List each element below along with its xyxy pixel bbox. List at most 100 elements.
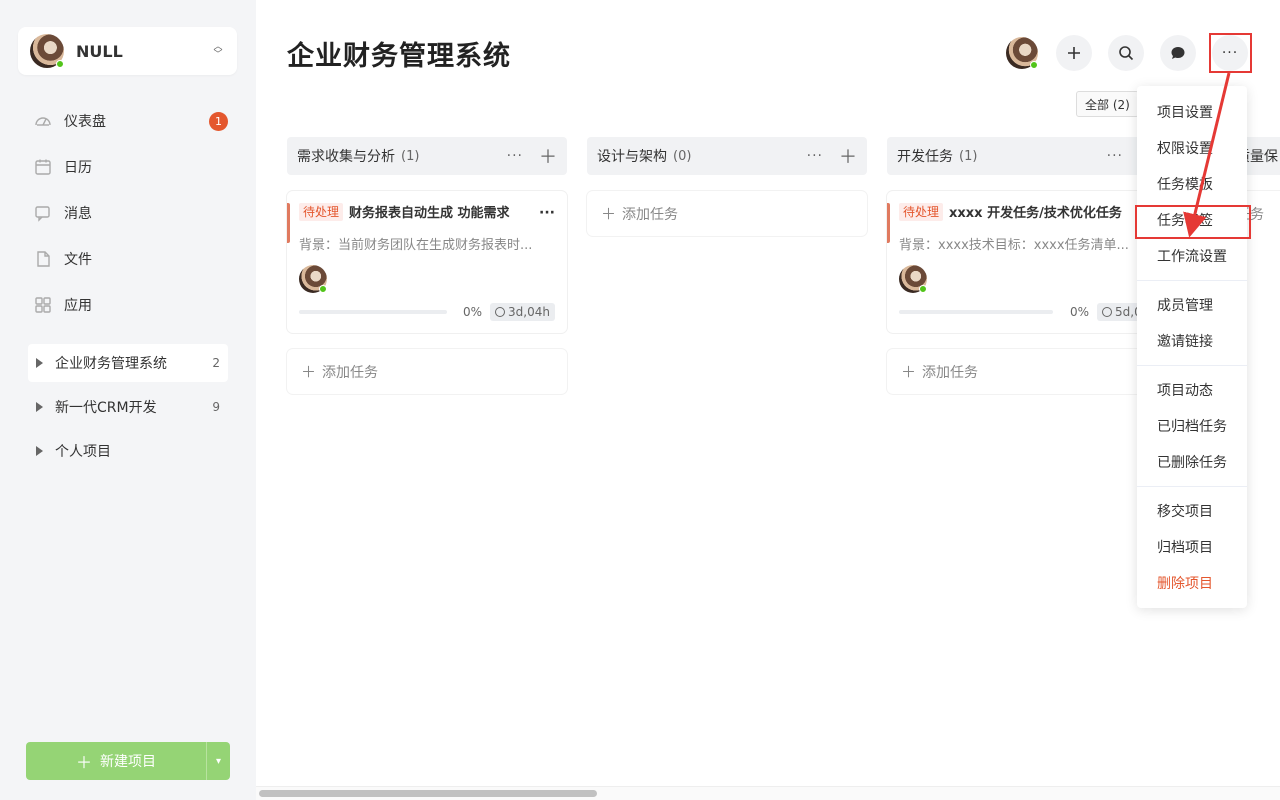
sidebar-item-dashboard[interactable]: 仪表盘 1 (26, 98, 230, 144)
menu-divider (1137, 486, 1247, 487)
sidebar-item-label: 仪表盘 (64, 114, 106, 130)
online-status-dot (319, 285, 327, 293)
sidebar-nav: 仪表盘 1 日历 消息 文件 应用 (26, 98, 230, 328)
project-item[interactable]: 个人项目 (28, 432, 228, 470)
plus-icon: ＋ (601, 205, 617, 223)
user-name: NULL (76, 41, 123, 61)
new-project-button[interactable]: ＋ 新建项目 (26, 742, 206, 780)
task-card[interactable]: 待处理 财务报表自动生成 功能需求 ··· 背景：当前财务团队在生成财务报表时.… (287, 191, 567, 333)
menu-item-permission-settings[interactable]: 权限设置 (1137, 130, 1247, 166)
project-label: 新一代CRM开发 (55, 400, 157, 416)
project-list: 企业财务管理系统 2 新一代CRM开发 9 个人项目 (28, 344, 228, 476)
more-dots-icon[interactable]: ··· (807, 148, 823, 164)
add-task-button[interactable]: ＋ 添加任务 (287, 349, 567, 394)
project-count: 2 (212, 356, 220, 370)
annotation-highlight-more-button (1209, 33, 1252, 73)
task-description: 背景：xxxx技术目标：xxxx任务清单... (899, 238, 1129, 253)
menu-item-workflow-settings[interactable]: 工作流设置 (1137, 238, 1247, 274)
search-button[interactable] (1108, 35, 1144, 71)
add-task-label: 添加任务 (922, 364, 979, 381)
clock-icon (1102, 307, 1112, 317)
online-status-dot (1030, 61, 1038, 69)
task-title: xxxx 开发任务/技术优化任务 (949, 206, 1122, 221)
menu-item-task-template[interactable]: 任务模板 (1137, 166, 1247, 202)
column-title: 开发任务 (897, 149, 953, 165)
plus-icon: ＋ (901, 363, 917, 381)
page-title: 企业财务管理系统 (287, 41, 511, 72)
new-project-dropdown-button[interactable]: ▾ (206, 742, 230, 780)
status-tag: 待处理 (899, 203, 944, 221)
sidebar-item-apps[interactable]: 应用 (26, 282, 230, 328)
status-tag: 待处理 (299, 203, 344, 221)
progress-bar (899, 310, 1053, 314)
sidebar-item-label: 文件 (64, 252, 92, 268)
new-project-group: ＋ 新建项目 ▾ (26, 742, 230, 780)
more-dots-icon[interactable]: ··· (507, 148, 523, 164)
assignee-avatar (899, 265, 927, 293)
plus-icon[interactable]: ＋ (539, 143, 557, 169)
sidebar-item-label: 日历 (64, 160, 92, 176)
menu-item-delete-project[interactable]: 删除项目 (1137, 565, 1247, 601)
chevron-down-icon: ▾ (215, 755, 222, 767)
more-dots-icon[interactable]: ··· (1107, 148, 1123, 164)
sidebar-item-files[interactable]: 文件 (26, 236, 230, 282)
assignee-avatar (299, 265, 327, 293)
project-count: 9 (212, 400, 220, 414)
menu-item-member-management[interactable]: 成员管理 (1137, 287, 1247, 323)
project-label: 个人项目 (55, 444, 111, 460)
menu-divider (1137, 365, 1247, 366)
column-title: 设计与架构 (597, 149, 667, 165)
filter-chip[interactable]: 全部 (2) (1076, 91, 1139, 117)
menu-item-project-settings[interactable]: 项目设置 (1137, 94, 1247, 130)
menu-item-archive-project[interactable]: 归档项目 (1137, 529, 1247, 565)
add-task-button[interactable]: ＋ 添加任务 (887, 349, 1167, 394)
project-item[interactable]: 新一代CRM开发 9 (28, 388, 228, 426)
progress-bar (299, 310, 448, 314)
user-avatar (30, 34, 64, 68)
add-task-button[interactable]: ＋ 添加任务 (587, 191, 867, 236)
menu-item-project-activity[interactable]: 项目动态 (1137, 372, 1247, 408)
column-header: 设计与架构 (0) ··· ＋ (587, 137, 867, 175)
caret-right-icon[interactable] (36, 402, 43, 412)
apps-icon (34, 296, 52, 314)
board-column: 需求收集与分析 (1) ··· ＋ 待处理 财务报表自动生成 功能需求 ··· … (287, 137, 567, 394)
plus-icon: ＋ (301, 363, 317, 381)
caret-right-icon[interactable] (36, 446, 43, 456)
chat-button[interactable] (1160, 35, 1196, 71)
caret-right-icon[interactable] (36, 358, 43, 368)
file-icon (34, 250, 52, 268)
menu-item-transfer-project[interactable]: 移交项目 (1137, 493, 1247, 529)
new-project-label: 新建项目 (100, 754, 156, 770)
sidebar-item-label: 消息 (64, 206, 92, 222)
duration-badge: 3d,04h (490, 303, 555, 321)
member-avatar[interactable] (1006, 37, 1038, 69)
message-icon (34, 204, 52, 222)
more-dots-icon[interactable]: ··· (539, 203, 555, 224)
menu-item-deleted-tasks[interactable]: 已删除任务 (1137, 444, 1247, 480)
menu-item-archived-tasks[interactable]: 已归档任务 (1137, 408, 1247, 444)
column-header: 开发任务 (1) ··· ＋ (887, 137, 1167, 175)
menu-item-invite-link[interactable]: 邀请链接 (1137, 323, 1247, 359)
sidebar-item-messages[interactable]: 消息 (26, 190, 230, 236)
task-card[interactable]: 待处理 xxxx 开发任务/技术优化任务 背景：xxxx技术目标：xxxx任务清… (887, 191, 1167, 333)
scrollbar-thumb[interactable] (259, 790, 597, 797)
horizontal-scrollbar[interactable] (256, 786, 1280, 800)
project-item[interactable]: 企业财务管理系统 2 (28, 344, 228, 382)
task-description: 背景：当前财务团队在生成财务报表时... (299, 238, 533, 253)
plus-icon[interactable]: ＋ (839, 143, 857, 169)
online-status-dot (919, 285, 927, 293)
add-task-label: 添加任务 (622, 206, 679, 223)
column-title: 需求收集与分析 (297, 149, 395, 165)
progress-percent: 0% (463, 305, 483, 319)
dashboard-icon (34, 112, 52, 130)
main-board: 企业财务管理系统 ··· 全部 (2) 需求收集与分析 (1) ··· ＋ 待处… (256, 0, 1280, 800)
add-button[interactable] (1056, 35, 1092, 71)
column-count: (0) (673, 148, 692, 164)
notification-badge: 1 (209, 111, 228, 131)
column-count: (1) (959, 148, 978, 164)
duration-text: 3d,04h (508, 305, 550, 319)
progress-percent: 0% (1069, 305, 1089, 319)
sidebar-item-calendar[interactable]: 日历 (26, 144, 230, 190)
user-switcher[interactable]: NULL ︿ ﹀ (18, 27, 237, 75)
project-options-menu: 项目设置 权限设置 任务模板 任务标签 工作流设置 成员管理 邀请链接 项目动态… (1137, 86, 1247, 608)
